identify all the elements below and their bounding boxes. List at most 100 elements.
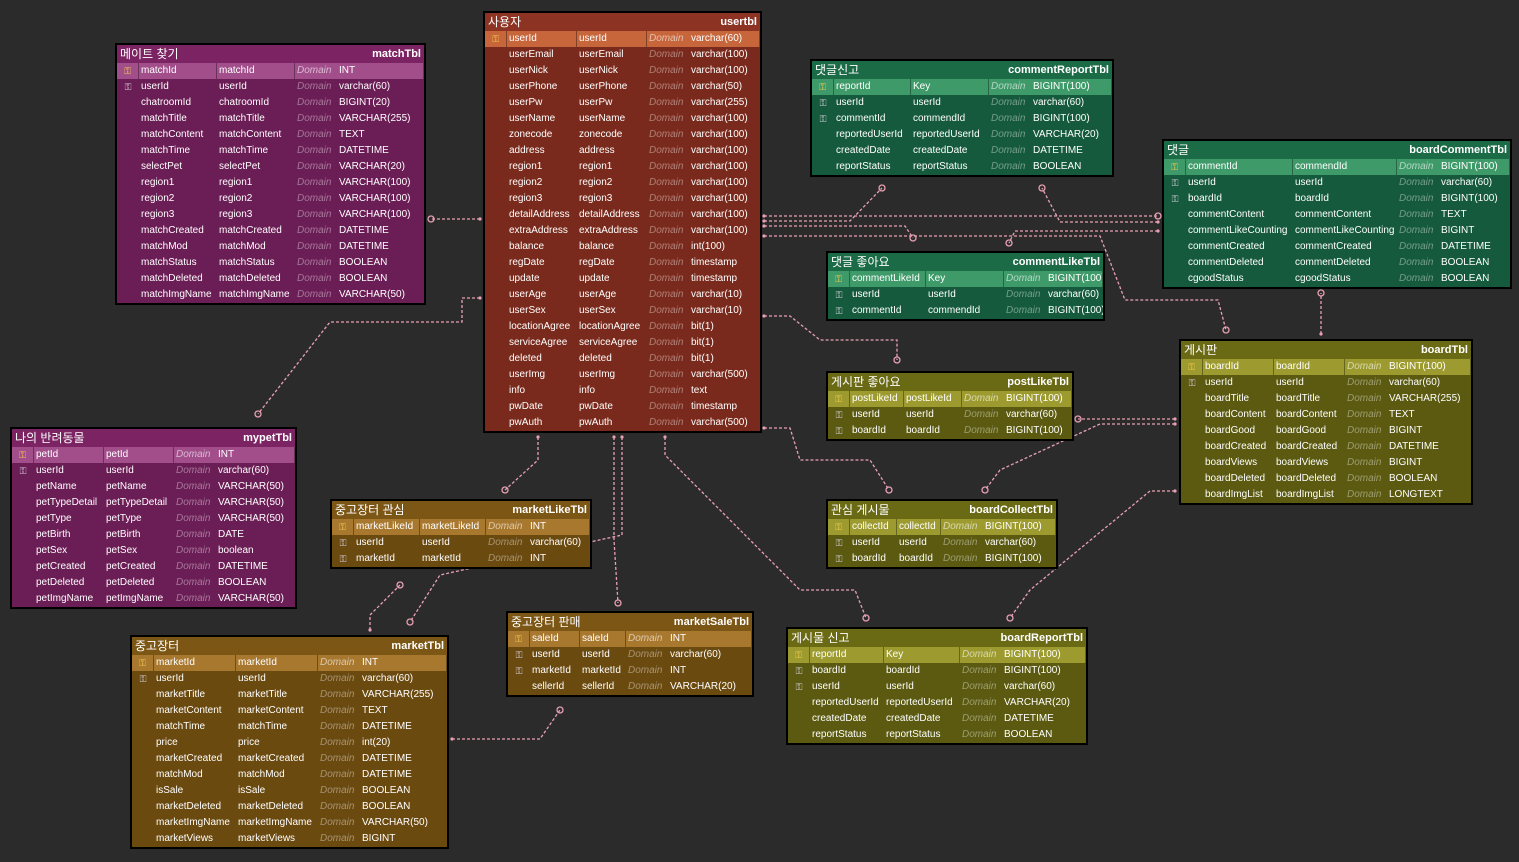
column-row[interactable]: userPw userPw Domain varchar(255)	[485, 95, 760, 111]
relationship-usertbl-marketLikeTbl[interactable]	[504, 437, 539, 491]
column-row[interactable]: matchStatus matchStatus Domain BOOLEAN	[117, 255, 424, 271]
column-row[interactable]: userName userName Domain varchar(100)	[485, 111, 760, 127]
column-row[interactable]: boardGood boardGood Domain BIGINT	[1181, 423, 1471, 439]
column-row[interactable]: boardContent boardContent Domain TEXT	[1181, 407, 1471, 423]
column-row[interactable]: marketDeleted marketDeleted Domain BOOLEAN	[132, 799, 447, 815]
column-row[interactable]: marketCreated marketCreated Domain DATETIME	[132, 751, 447, 767]
column-row[interactable]: extraAddress extraAddress Domain varchar(10…	[485, 223, 760, 239]
entity-boardTbl[interactable]: 게시판 boardTbl ⚿ boardId boardId Domain BIGINT(1…	[1179, 339, 1473, 505]
primary-key-row[interactable]: ⚿ commentLikeId Key Domain BIGINT(100)	[828, 271, 1103, 287]
column-row[interactable]: region3 region3 Domain VARCHAR(100)	[117, 207, 424, 223]
column-row[interactable]: price price Domain int(20)	[132, 735, 447, 751]
column-row[interactable]: userSex userSex Domain varchar(10)	[485, 303, 760, 319]
entity-header[interactable]: 사용자 usertbl	[485, 13, 760, 31]
column-row[interactable]: matchDeleted matchDeleted Domain BOOLEAN	[117, 271, 424, 287]
column-row[interactable]: regDate regDate Domain timestamp	[485, 255, 760, 271]
column-row[interactable]: commentDeleted commentDeleted Domain BOOLEA…	[1164, 255, 1510, 271]
entity-header[interactable]: 관심 게시물 boardCollectTbl	[828, 501, 1056, 519]
column-row[interactable]: deleted deleted Domain bit(1)	[485, 351, 760, 367]
column-row[interactable]: region2 region2 Domain varchar(100)	[485, 175, 760, 191]
column-row[interactable]: marketImgName marketImgName Domain VARCHAR(…	[132, 815, 447, 831]
column-row[interactable]: userPhone userPhone Domain varchar(50)	[485, 79, 760, 95]
column-row[interactable]: cgoodStatus cgoodStatus Domain BOOLEAN	[1164, 271, 1510, 287]
column-row[interactable]: ⚿ boardId boardId Domain BIGINT(100)	[788, 663, 1086, 679]
column-row[interactable]: region2 region2 Domain VARCHAR(100)	[117, 191, 424, 207]
relationship-boardCommentTbl-commentLikeTbl[interactable]	[1008, 230, 1158, 244]
entity-header[interactable]: 댓글 boardCommentTbl	[1164, 141, 1510, 159]
primary-key-row[interactable]: ⚿ commentId commendId Domain BIGINT(100)	[1164, 159, 1510, 175]
primary-key-row[interactable]: ⚿ marketId marketId Domain INT	[132, 655, 447, 671]
entity-header[interactable]: 중고장터 marketTbl	[132, 637, 447, 655]
relationship-usertbl-mypetTbl[interactable]	[257, 297, 480, 415]
primary-key-row[interactable]: ⚿ postLikeId postLikeId Domain BIGINT(100)	[828, 391, 1072, 407]
column-row[interactable]: petDeleted petDeleted Domain BOOLEAN	[12, 575, 295, 591]
column-row[interactable]: info info Domain text	[485, 383, 760, 399]
primary-key-row[interactable]: ⚿ petId petId Domain INT	[12, 447, 295, 463]
column-row[interactable]: matchCreated matchCreated Domain DATETIME	[117, 223, 424, 239]
primary-key-row[interactable]: ⚿ marketLikeId marketLikeId Domain INT	[332, 519, 590, 535]
entity-matchTbl[interactable]: 메이트 찾기 matchTbl ⚿ matchId matchId Domain INT ⚿ u…	[115, 43, 426, 305]
column-row[interactable]: ⚿ userId userId Domain varchar(60)	[1164, 175, 1510, 191]
column-row[interactable]: locationAgree locationAgree Domain bit(1)	[485, 319, 760, 335]
column-row[interactable]: boardImgList boardImgList Domain LONGTEXT	[1181, 487, 1471, 503]
column-row[interactable]: ⚿ userId userId Domain varchar(60)	[1181, 375, 1471, 391]
entity-marketSaleTbl[interactable]: 중고장터 판매 marketSaleTbl ⚿ saleId saleId Domain I…	[506, 611, 754, 697]
column-row[interactable]: boardViews boardViews Domain BIGINT	[1181, 455, 1471, 471]
entity-header[interactable]: 중고장터 관심 marketLikeTbl	[332, 501, 590, 519]
column-row[interactable]: ⚿ commentId commendId Domain BIGINT(100)	[828, 303, 1103, 319]
column-row[interactable]: matchImgName matchImgName Domain VARCHAR(50…	[117, 287, 424, 303]
column-row[interactable]: matchTitle matchTitle Domain VARCHAR(255)	[117, 111, 424, 127]
column-row[interactable]: petCreated petCreated Domain DATETIME	[12, 559, 295, 575]
column-row[interactable]: ⚿ boardId boardId Domain BIGINT(100)	[828, 551, 1056, 567]
primary-key-row[interactable]: ⚿ userId userId Domain varchar(60)	[485, 31, 760, 47]
column-row[interactable]: balance balance Domain int(100)	[485, 239, 760, 255]
column-row[interactable]: petImgName petImgName Domain VARCHAR(50)	[12, 591, 295, 607]
entity-header[interactable]: 나의 반려동물 mypetTbl	[12, 429, 295, 447]
entity-usertbl[interactable]: 사용자 usertbl ⚿ userId userId Domain varchar(60)…	[483, 11, 762, 433]
column-row[interactable]: matchTime matchTime Domain DATETIME	[132, 719, 447, 735]
column-row[interactable]: createdDate createdDate Domain DATETIME	[788, 711, 1086, 727]
entity-header[interactable]: 댓글신고 commentReportTbl	[812, 61, 1112, 79]
column-row[interactable]: pwAuth pwAuth Domain varchar(500)	[485, 415, 760, 431]
primary-key-row[interactable]: ⚿ saleId saleId Domain INT	[508, 631, 752, 647]
column-row[interactable]: ⚿ commentId commendId Domain BIGINT(100)	[812, 111, 1112, 127]
column-row[interactable]: petSex petSex Domain boolean	[12, 543, 295, 559]
column-row[interactable]: selectPet selectPet Domain VARCHAR(20)	[117, 159, 424, 175]
relationship-boardCommentTbl-commentReportTbl[interactable]	[1041, 187, 1158, 223]
relationship-marketTbl-marketSaleTbl[interactable]	[452, 709, 561, 740]
column-row[interactable]: ⚿ userId userId Domain varchar(60)	[132, 671, 447, 687]
primary-key-row[interactable]: ⚿ boardId boardId Domain BIGINT(100)	[1181, 359, 1471, 375]
primary-key-row[interactable]: ⚿ collectId collectId Domain BIGINT(100)	[828, 519, 1056, 535]
column-row[interactable]: boardTitle boardTitle Domain VARCHAR(255)	[1181, 391, 1471, 407]
column-row[interactable]: ⚿ userId userId Domain varchar(60)	[828, 407, 1072, 423]
primary-key-row[interactable]: ⚿ matchId matchId Domain INT	[117, 63, 424, 79]
entity-header[interactable]: 게시판 boardTbl	[1181, 341, 1471, 359]
column-row[interactable]: commentCreated commentCreated Domain DATETI…	[1164, 239, 1510, 255]
entity-boardReportTbl[interactable]: 게시물 신고 boardReportTbl ⚿ reportId Key Domain BI…	[786, 627, 1088, 745]
column-row[interactable]: isSale isSale Domain BOOLEAN	[132, 783, 447, 799]
column-row[interactable]: matchMod matchMod Domain DATETIME	[117, 239, 424, 255]
column-row[interactable]: ⚿ boardId boardId Domain BIGINT(100)	[828, 423, 1072, 439]
column-row[interactable]: commentContent commentContent Domain TEXT	[1164, 207, 1510, 223]
column-row[interactable]: petTypeDetail petTypeDetail Domain VARCHAR(…	[12, 495, 295, 511]
column-row[interactable]: ⚿ userId userId Domain varchar(60)	[788, 679, 1086, 695]
column-row[interactable]: ⚿ userId userId Domain varchar(60)	[828, 287, 1103, 303]
relationship-marketTbl-marketLikeTbl[interactable]	[369, 584, 401, 630]
column-row[interactable]: address address Domain varchar(100)	[485, 143, 760, 159]
entity-marketTbl[interactable]: 중고장터 marketTbl ⚿ marketId marketId Domain INT ⚿…	[130, 635, 449, 849]
column-row[interactable]: userEmail userEmail Domain varchar(100)	[485, 47, 760, 63]
column-row[interactable]: marketTitle marketTitle Domain VARCHAR(255)	[132, 687, 447, 703]
column-row[interactable]: chatroomId chatroomId Domain BIGINT(20)	[117, 95, 424, 111]
entity-header[interactable]: 게시판 좋아요 postLikeTbl	[828, 373, 1072, 391]
column-row[interactable]: ⚿ userId userId Domain varchar(60)	[828, 535, 1056, 551]
column-row[interactable]: region1 region1 Domain varchar(100)	[485, 159, 760, 175]
column-row[interactable]: marketViews marketViews Domain BIGINT	[132, 831, 447, 847]
entity-commentLikeTbl[interactable]: 댓글 좋아요 commentLikeTbl ⚿ commentLikeId Key Dom…	[826, 251, 1105, 321]
primary-key-row[interactable]: ⚿ reportId Key Domain BIGINT(100)	[812, 79, 1112, 95]
column-row[interactable]: reportStatus reportStatus Domain BOOLEAN	[812, 159, 1112, 175]
column-row[interactable]: userNick userNick Domain varchar(100)	[485, 63, 760, 79]
entity-boardCommentTbl[interactable]: 댓글 boardCommentTbl ⚿ commentId commendId Doma…	[1162, 139, 1512, 289]
entity-header[interactable]: 댓글 좋아요 commentLikeTbl	[828, 253, 1103, 271]
column-row[interactable]: reportStatus reportStatus Domain BOOLEAN	[788, 727, 1086, 743]
column-row[interactable]: petName petName Domain VARCHAR(50)	[12, 479, 295, 495]
